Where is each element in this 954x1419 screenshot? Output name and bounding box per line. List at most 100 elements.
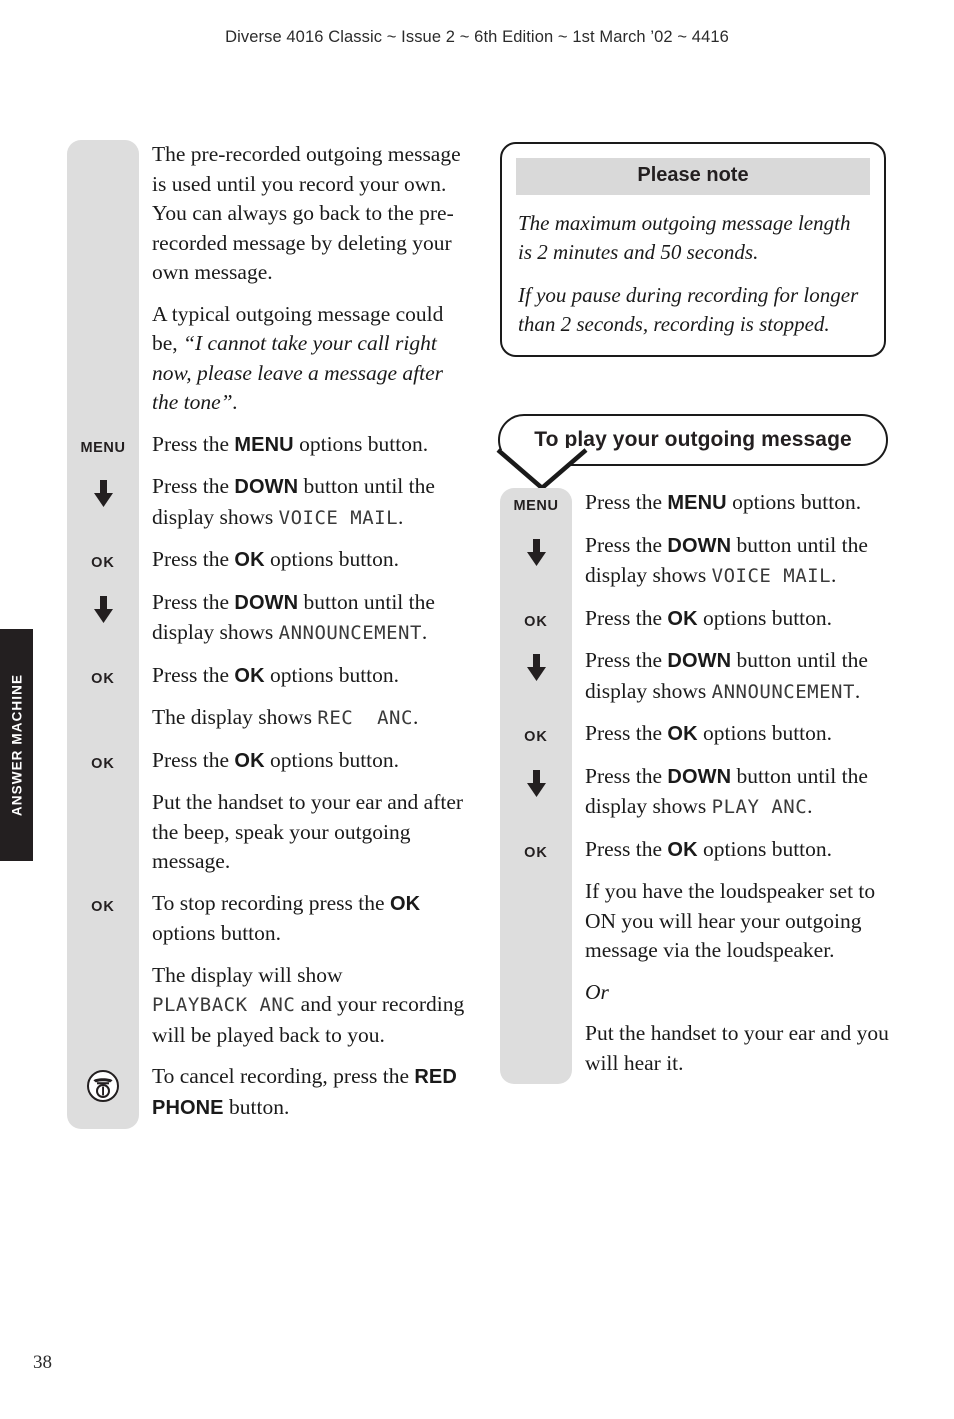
keyword: MENU: [667, 492, 727, 514]
keyword: DOWN: [234, 476, 299, 498]
step-text-cell: Press the OK options button.: [585, 605, 833, 630]
step-icon-cell: [67, 1062, 139, 1103]
section-tab: ANSWER MACHINE: [0, 629, 33, 861]
step-icon-cell: MENU: [500, 488, 572, 514]
step-text-cell: To stop recording press the OK options b…: [152, 890, 421, 946]
lcd-display-text: ANNOUNCEMENT: [278, 622, 422, 644]
down-arrow-icon: [526, 654, 546, 681]
step-icon-cell: MENU: [67, 430, 139, 456]
step-icon-cell: [500, 646, 572, 681]
intro-text: The pre-recorded outgoing message is use…: [152, 142, 461, 284]
step-icon-cell: OK: [500, 835, 572, 861]
keyword: RED PHONE: [152, 1066, 457, 1119]
step-text-cell: Put the handset to your ear and you will…: [585, 1021, 889, 1075]
step-icon-cell: [500, 877, 572, 882]
step-icon-cell: [67, 788, 139, 793]
keyword: OK: [667, 723, 698, 745]
down-arrow-icon: [93, 595, 113, 623]
step-icon-cell: [67, 588, 139, 623]
intro-row: A typical outgoing message could be, “I …: [67, 300, 467, 418]
step-text-cell: Press the OK options button.: [585, 836, 833, 861]
step-icon-cell: [500, 1019, 572, 1024]
step-icon-cell: [500, 978, 572, 983]
keyword: OK: [234, 549, 265, 571]
down-arrow-icon: [93, 480, 113, 507]
left-column: The pre-recorded outgoing message is use…: [67, 140, 467, 1129]
step-row: OK Press the OK options button.: [500, 719, 900, 750]
step-row: OK Press the OK options button.: [67, 545, 467, 576]
step-text-cell: Press the DOWN button until the display …: [585, 532, 868, 588]
step-icon-cell: [67, 703, 139, 708]
step-row: Put the handset to your ear and you will…: [500, 1019, 900, 1078]
step-row: MENU Press the MENU options button.: [500, 488, 900, 519]
lcd-display-text: VOICE MAIL: [278, 506, 399, 529]
ok-key-label: OK: [91, 555, 115, 571]
step-text-cell: Press the MENU options button.: [585, 490, 862, 514]
ok-key-label: OK: [91, 670, 115, 687]
step-row: The display will show PLAYBACK ANC and y…: [67, 961, 467, 1051]
step-row: Press the DOWN button until the display …: [500, 531, 900, 592]
lcd-display-text: REC ANC: [317, 707, 413, 729]
running-head: Diverse 4016 Classic ~ Issue 2 ~ 6th Edi…: [225, 28, 729, 46]
step-row: Press the DOWN button until the display …: [67, 588, 467, 649]
step-text-cell: To cancel recording, press the RED PHONE…: [152, 1064, 457, 1119]
step-icon-cell: OK: [67, 889, 139, 915]
step-row: To cancel recording, press the RED PHONE…: [67, 1062, 467, 1123]
step-row: If you have the loudspeaker set to ON yo…: [500, 877, 900, 966]
section-tab-label: ANSWER MACHINE: [9, 673, 24, 817]
lcd-display-text: ANNOUNCEMENT: [711, 680, 855, 703]
keyword: OK: [667, 838, 698, 861]
example-message: “I cannot take your call right now, plea…: [152, 331, 443, 414]
step-text-cell: Press the OK options button.: [152, 547, 400, 571]
down-arrow-icon: [526, 538, 546, 566]
step-text-cell: Press the DOWN button until the display …: [152, 474, 435, 529]
keyword: DOWN: [667, 650, 732, 672]
step-icon-cell: OK: [500, 604, 572, 630]
step-icon-cell: [67, 961, 139, 966]
keyword: DOWN: [667, 534, 732, 557]
step-text: Or: [585, 979, 609, 1004]
step-text-cell: Press the MENU options button.: [152, 431, 429, 456]
menu-key-label: MENU: [80, 439, 126, 456]
ok-key-label: OK: [524, 729, 548, 745]
step-row: OK Press the OK options button.: [67, 746, 467, 777]
step-text-cell: The display shows REC ANC.: [152, 705, 419, 729]
step-icon-cell: [67, 472, 139, 507]
step-text-cell: Or: [572, 978, 900, 1008]
step-row: Press the DOWN button until the display …: [67, 472, 467, 533]
page-number: 38: [33, 1352, 52, 1373]
step-row: Or: [500, 978, 900, 1008]
lcd-display-text: PLAYBACK ANC: [152, 994, 296, 1016]
keyword: MENU: [234, 433, 294, 456]
down-arrow-icon: [526, 769, 546, 797]
step-text-cell: Press the OK options button.: [585, 721, 833, 745]
step-icon-cell: [500, 531, 572, 566]
ok-key-label: OK: [91, 898, 115, 915]
step-text-cell: If you have the loudspeaker set to ON yo…: [585, 879, 876, 962]
step-row: OK Press the OK options button.: [500, 604, 900, 635]
ok-key-label: OK: [524, 613, 548, 630]
left-step-list: The pre-recorded outgoing message is use…: [67, 140, 467, 1123]
please-note-paragraph: The maximum outgoing message length is 2…: [518, 211, 851, 264]
ok-key-label: OK: [91, 755, 115, 772]
keyword: OK: [667, 607, 698, 630]
step-text-cell: Press the OK options button.: [152, 747, 400, 772]
step-icon-cell: OK: [67, 746, 139, 772]
step-icon-cell: OK: [67, 545, 139, 571]
lcd-display-text: VOICE MAIL: [711, 565, 832, 587]
step-text-cell: Press the DOWN button until the display …: [585, 763, 868, 819]
menu-key-label: MENU: [513, 498, 559, 514]
manual-page: Diverse 4016 Classic ~ Issue 2 ~ 6th Edi…: [0, 0, 954, 1419]
section-heading-bubble: To play your outgoing message: [496, 414, 888, 490]
step-row: Press the DOWN button until the display …: [500, 762, 900, 823]
step-row: Put the handset to your ear and after th…: [67, 788, 467, 877]
please-note-paragraph: If you pause during recording for longer…: [518, 283, 859, 336]
step-row: MENU Press the MENU options button.: [67, 430, 467, 461]
keyword: DOWN: [667, 765, 732, 788]
step-icon-cell: [500, 762, 572, 797]
lcd-display-text: PLAY ANC: [711, 796, 808, 818]
right-column: MENU Press the MENU options button. Press …: [500, 488, 900, 1084]
keyword: DOWN: [234, 591, 299, 614]
keyword: OK: [234, 664, 265, 687]
step-row: Press the DOWN button until the display …: [500, 646, 900, 707]
